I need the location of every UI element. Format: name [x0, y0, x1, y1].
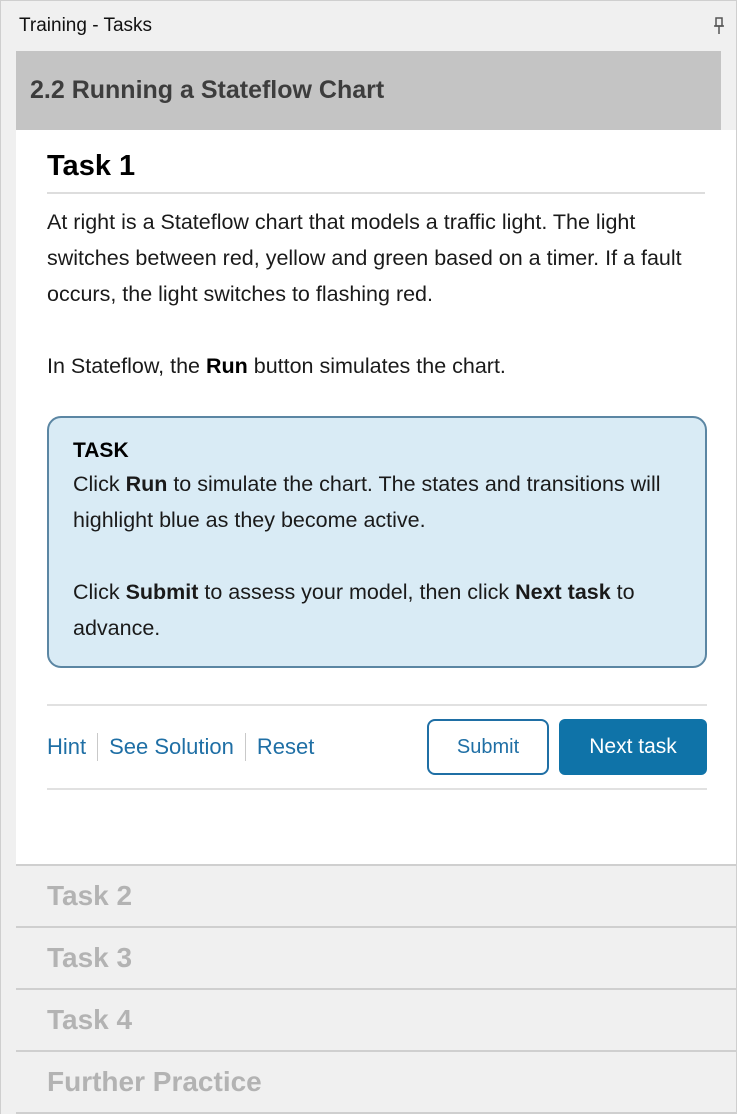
next-task-button[interactable]: Next task [559, 719, 707, 775]
collapsed-task-4[interactable]: Task 4 [16, 990, 736, 1052]
task-buttons: Submit Next task [427, 719, 707, 775]
panel-titlebar: Training - Tasks [1, 1, 736, 51]
collapsed-task-list: Task 2 Task 3 Task 4 Further Practice [16, 864, 736, 1114]
task-box-heading: TASK [73, 439, 129, 462]
submit-button[interactable]: Submit [427, 719, 549, 775]
pin-icon[interactable] [712, 15, 726, 37]
collapsed-task-3[interactable]: Task 3 [16, 928, 736, 990]
panel-title: Training - Tasks [19, 15, 153, 36]
see-solution-link[interactable]: See Solution [109, 734, 234, 760]
run-description-prefix: In Stateflow, the [47, 354, 206, 378]
reset-link[interactable]: Reset [257, 734, 314, 760]
task-description: At right is a Stateflow chart that model… [47, 210, 682, 306]
task-actions-bar: Hint See Solution Reset Submit Next task [47, 704, 707, 790]
task-links: Hint See Solution Reset [47, 733, 314, 761]
section-title: 2.2 Running a Stateflow Chart [30, 76, 385, 104]
link-divider [97, 733, 99, 761]
link-divider [244, 733, 246, 761]
run-description-suffix: button simulates the chart. [247, 354, 506, 378]
collapsed-task-2[interactable]: Task 2 [16, 866, 736, 928]
task-box-next-task-keyword: Next task [515, 580, 611, 604]
task-1-body: Task 1 At right is a Stateflow chart tha… [16, 130, 736, 864]
task-title: Task 1 [47, 148, 705, 194]
task-instruction-box: TASK Click Run to simulate the chart. Th… [47, 416, 707, 668]
task-box-line-1: Click Run to simulate the chart. The sta… [73, 466, 681, 538]
task-box-submit-keyword: Submit [125, 580, 199, 604]
run-keyword: Run [205, 354, 248, 378]
section-header: 2.2 Running a Stateflow Chart [16, 51, 721, 130]
task-box-line-2: Click Submit to assess your model, then … [73, 574, 681, 646]
task-box-run-keyword: Run [125, 472, 168, 496]
task-box-line-1-prefix: Click [73, 472, 126, 496]
collapsed-further-practice[interactable]: Further Practice [16, 1052, 736, 1114]
task-box-line-2-prefix: Click [73, 580, 126, 604]
training-tasks-panel: Training - Tasks 2.2 Running a Stateflow… [0, 0, 737, 1114]
task-box-line-2-mid: to assess your model, then click [198, 580, 516, 604]
run-description: In Stateflow, the Run button simulates t… [47, 348, 705, 384]
hint-link[interactable]: Hint [47, 734, 86, 760]
